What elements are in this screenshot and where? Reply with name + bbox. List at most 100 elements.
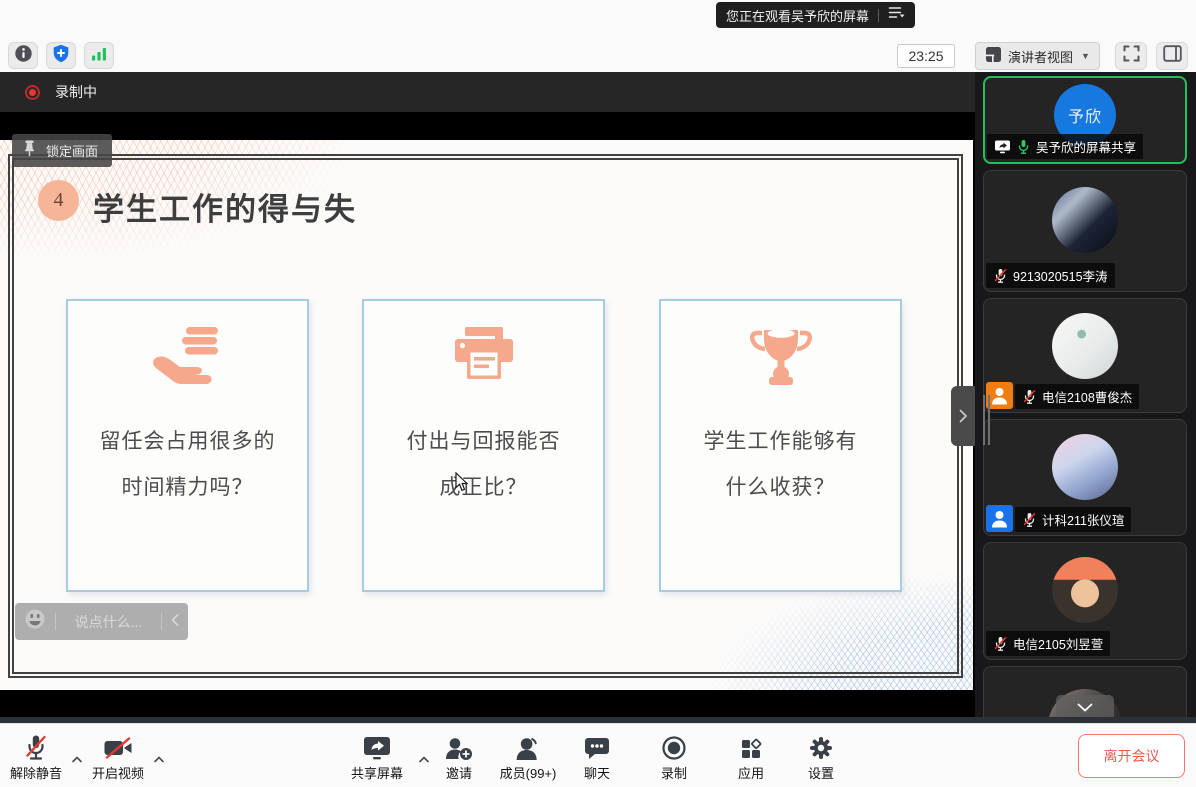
sidebar-collapse-button[interactable] <box>951 386 975 446</box>
start-video-label: 开启视频 <box>91 766 145 781</box>
participant-tile-partial[interactable] <box>983 666 1187 723</box>
slide-card-reward: 付出与回报能否 成正比？ <box>362 299 605 592</box>
share-options-caret[interactable] <box>419 750 430 768</box>
emoji-icon[interactable] <box>24 608 46 635</box>
shared-screen-area: 录制中 4 学生工作的得与失 留任会占用很多的 时间精力吗？ 付出与回报能否 成… <box>0 72 975 723</box>
card-text: 学生工作能够有 什么收获？ <box>703 430 858 499</box>
meeting-window: 23:25 演讲者视图 ▼ 您正在观看吴予欣的屏幕 录制中 4 学生工作的得与失 <box>0 0 1196 787</box>
invite-person-icon <box>444 733 474 761</box>
info-icon <box>14 44 33 68</box>
participant-tile[interactable]: 9213020515李涛 <box>983 170 1187 292</box>
top-toolbar: 23:25 演讲者视图 ▼ <box>0 0 1196 72</box>
security-shield-icon <box>52 44 70 68</box>
slide-card-gain: 学生工作能够有 什么收获？ <box>659 299 902 592</box>
video-options-caret[interactable] <box>154 750 165 768</box>
record-icon <box>661 733 687 761</box>
collapse-chat-icon[interactable] <box>171 613 179 631</box>
recording-dot-icon <box>25 84 40 100</box>
mic-on-icon <box>1016 139 1031 154</box>
participant-name: 吴予欣的屏幕共享 <box>1036 141 1137 155</box>
divider <box>161 613 162 630</box>
fullscreen-icon <box>1122 44 1141 68</box>
card-text: 留任会占用很多的 时间精力吗？ <box>99 430 276 499</box>
avatar <box>1052 313 1118 379</box>
members-label: 成员(99+) <box>499 766 557 781</box>
participants-sidebar: 予欣 吴予欣的屏幕共享 9213020515李涛 电信2108曹俊杰 计科211… <box>975 72 1196 723</box>
screen-share-icon <box>994 139 1011 154</box>
avatar <box>1052 187 1118 253</box>
view-mode-label: 演讲者视图 <box>1008 49 1074 65</box>
unmute-label: 解除静音 <box>9 766 63 781</box>
pin-icon <box>22 140 37 162</box>
mic-muted-icon <box>993 268 1008 283</box>
apps-button[interactable]: 应用 <box>738 733 764 782</box>
printer-icon <box>452 327 516 390</box>
participant-label: 吴予欣的屏幕共享 <box>987 134 1144 159</box>
participant-label: 电信2105刘昱萱 <box>986 631 1111 656</box>
settings-button[interactable]: 设置 <box>808 733 834 782</box>
lock-view-button[interactable]: 锁定画面 <box>12 134 113 167</box>
security-button[interactable] <box>46 42 76 69</box>
participant-tile[interactable]: 电信2108曹俊杰 <box>983 298 1187 413</box>
layout-view-icon <box>985 46 1002 66</box>
apps-label: 应用 <box>737 766 765 781</box>
invite-label: 邀请 <box>445 766 472 781</box>
divider <box>55 613 56 630</box>
apps-grid-icon <box>739 733 763 761</box>
share-screen-label: 共享屏幕 <box>350 766 404 781</box>
divider <box>0 717 1196 723</box>
start-video-button[interactable]: 开启视频 <box>92 733 144 782</box>
side-panel-icon <box>1162 45 1182 67</box>
fullscreen-button[interactable] <box>1115 42 1147 70</box>
participant-label: 9213020515李涛 <box>986 263 1115 288</box>
chat-button[interactable]: 聊天 <box>584 733 610 782</box>
leave-meeting-button[interactable]: 离开会议 <box>1078 734 1185 778</box>
participant-name: 电信2108曹俊杰 <box>1042 391 1133 405</box>
slide-title: 学生工作的得与失 <box>93 192 357 227</box>
chevron-down-icon: ▼ <box>1081 51 1090 61</box>
mouse-cursor <box>455 471 470 497</box>
slide-number-badge: 4 <box>38 180 79 221</box>
participant-label: 计科211张仪瑄 <box>1015 507 1132 532</box>
hand-coins-icon <box>150 327 226 394</box>
participant-tile-screen-share[interactable]: 予欣 吴予欣的屏幕共享 <box>983 76 1187 164</box>
participant-name: 9213020515李涛 <box>1013 270 1108 284</box>
meeting-time: 23:25 <box>897 44 955 68</box>
network-quality-button[interactable] <box>84 42 114 69</box>
mic-muted-icon <box>1022 389 1037 404</box>
members-button[interactable]: 成员(99+) <box>499 733 557 782</box>
invite-button[interactable]: 邀请 <box>444 733 474 782</box>
viewing-screen-banner: 您正在观看吴予欣的屏幕 <box>716 2 916 28</box>
sidebar-resize-handle[interactable] <box>983 395 993 445</box>
banner-menu-icon[interactable] <box>888 6 905 24</box>
banner-text: 您正在观看吴予欣的屏幕 <box>726 8 870 24</box>
chat-bubble-icon <box>584 733 610 761</box>
network-signal-icon <box>90 45 108 67</box>
video-off-icon <box>103 733 133 761</box>
record-button[interactable]: 录制 <box>661 733 687 782</box>
chevron-down-icon <box>1077 699 1093 717</box>
settings-label: 设置 <box>807 766 835 781</box>
slide-card-time: 留任会占用很多的 时间精力吗？ <box>66 299 309 592</box>
meeting-info-button[interactable] <box>8 42 38 69</box>
participant-tile[interactable]: 计科211张仪瑄 <box>983 419 1187 536</box>
mic-options-caret[interactable] <box>72 750 83 768</box>
recording-status-bar: 录制中 <box>0 72 975 112</box>
participant-tile[interactable]: 电信2105刘昱萱 <box>983 542 1187 660</box>
view-mode-button[interactable]: 演讲者视图 ▼ <box>975 42 1100 70</box>
chat-label: 聊天 <box>583 766 611 781</box>
side-panel-toggle-button[interactable] <box>1156 42 1188 70</box>
pin-label: 锁定画面 <box>46 144 99 159</box>
divider <box>878 8 880 22</box>
avatar <box>1052 557 1118 623</box>
bottom-toolbar: 解除静音 开启视频 共享屏幕 邀请 成员(99+) 聊天 录制 应用 设置 离开… <box>0 723 1196 787</box>
members-icon <box>515 733 541 761</box>
recording-label: 录制中 <box>55 84 97 100</box>
card-text: 付出与回报能否 成正比？ <box>406 430 561 499</box>
unmute-button[interactable]: 解除静音 <box>10 733 62 782</box>
chat-input[interactable]: 说点什么... <box>65 612 152 632</box>
profile-badge-blue-icon <box>986 505 1013 532</box>
gear-icon <box>808 733 834 761</box>
share-screen-button[interactable]: 共享屏幕 <box>351 733 403 782</box>
mic-muted-icon <box>993 636 1008 651</box>
